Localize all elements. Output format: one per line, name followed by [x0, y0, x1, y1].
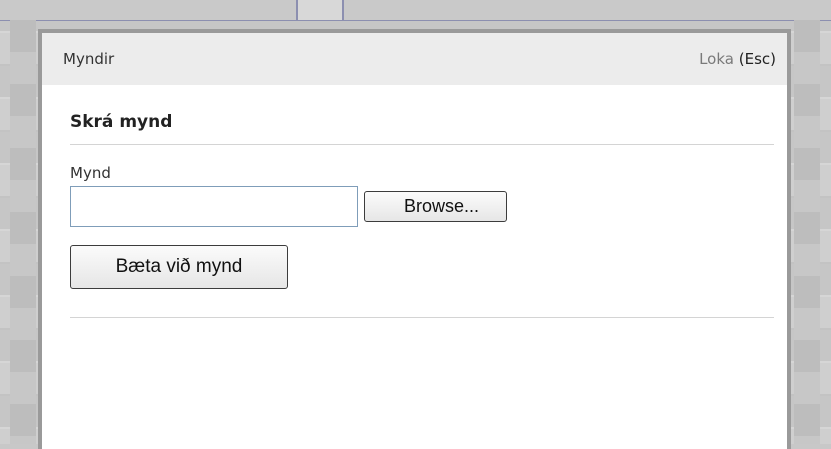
section-title: Skrá mynd [70, 112, 774, 145]
background-topbar [0, 0, 831, 21]
background-tab [296, 0, 344, 20]
close-link[interactable]: Loka (Esc) [699, 50, 776, 68]
background-column-left [10, 20, 36, 444]
background-column-right [794, 20, 820, 444]
image-dialog: Myndir Loka (Esc) Skrá mynd Mynd Browse.… [38, 29, 791, 449]
file-field-label: Mynd [70, 164, 111, 182]
close-shortcut: (Esc) [738, 50, 776, 68]
close-label[interactable]: Loka [699, 50, 734, 68]
add-image-button[interactable]: Bæta við mynd [70, 245, 288, 289]
browse-button[interactable]: Browse... [364, 191, 507, 222]
file-upload-row: Browse... [70, 186, 773, 227]
file-path-input[interactable] [70, 186, 358, 227]
dialog-header: Myndir Loka (Esc) [42, 33, 787, 85]
dialog-title: Myndir [63, 50, 115, 68]
bottom-divider [70, 317, 774, 318]
dialog-body: Skrá mynd Mynd Browse... Bæta við mynd [42, 112, 787, 318]
